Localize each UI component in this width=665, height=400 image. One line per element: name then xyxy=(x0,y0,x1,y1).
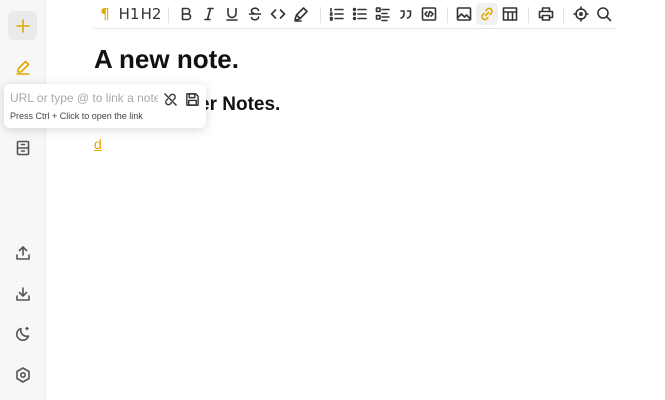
print-button[interactable] xyxy=(535,3,557,25)
pencil-icon xyxy=(15,60,30,75)
code-block-button[interactable] xyxy=(418,3,440,25)
task-list-icon xyxy=(375,7,390,22)
table-icon xyxy=(502,7,518,21)
italic-icon xyxy=(204,7,214,21)
code-block-icon xyxy=(421,7,437,21)
link-icon xyxy=(481,7,493,21)
upload-icon xyxy=(15,245,30,260)
note-subheading-text: er Notes. xyxy=(199,94,281,115)
code-button[interactable] xyxy=(267,3,289,25)
quote-icon xyxy=(400,10,412,19)
new-note-button[interactable] xyxy=(8,11,37,40)
printer-icon xyxy=(538,7,554,21)
plus-icon xyxy=(15,18,30,33)
link-hint-text: Press Ctrl + Click to open the link xyxy=(10,111,143,121)
theme-toggle-button[interactable] xyxy=(8,319,37,348)
heading-2-button[interactable]: H2 xyxy=(139,3,163,25)
unlink-button[interactable] xyxy=(160,89,180,109)
settings-icon xyxy=(15,366,30,383)
download-icon xyxy=(15,286,30,301)
archive-icon xyxy=(16,140,29,155)
settings-button[interactable] xyxy=(8,360,37,389)
export-button[interactable] xyxy=(8,238,37,267)
save-icon xyxy=(185,92,199,106)
editor-toolbar: ¶ H1 H2 xyxy=(93,2,615,29)
save-link-button[interactable] xyxy=(182,89,202,109)
toolbar-divider xyxy=(447,7,448,23)
heading-1-button[interactable]: H1 xyxy=(117,3,141,25)
heading-2-icon: H2 xyxy=(140,5,162,23)
bold-icon xyxy=(181,7,192,21)
link-text[interactable]: d xyxy=(94,136,102,152)
sidebar xyxy=(0,0,46,400)
highlighter-icon xyxy=(294,7,308,22)
bullet-list-icon xyxy=(352,7,367,21)
note-title[interactable]: A new note. xyxy=(94,44,239,75)
code-icon xyxy=(270,9,286,19)
blockquote-button[interactable] xyxy=(395,3,417,25)
edit-button[interactable] xyxy=(8,52,37,81)
bold-button[interactable] xyxy=(175,3,197,25)
import-button[interactable] xyxy=(8,279,37,308)
toolbar-divider xyxy=(320,7,321,23)
underline-button[interactable] xyxy=(221,3,243,25)
paragraph-icon: ¶ xyxy=(100,5,110,23)
table-button[interactable] xyxy=(499,3,521,25)
heading-1-icon: H1 xyxy=(118,5,140,23)
archive-button[interactable] xyxy=(8,133,37,162)
link-button[interactable] xyxy=(476,3,498,25)
ordered-list-icon xyxy=(329,7,344,21)
image-button[interactable] xyxy=(453,3,475,25)
toolbar-divider xyxy=(528,7,529,23)
search-button[interactable] xyxy=(593,3,615,25)
highlight-button[interactable] xyxy=(290,3,312,25)
strikethrough-button[interactable] xyxy=(244,3,266,25)
bullet-list-button[interactable] xyxy=(349,3,371,25)
focus-mode-button[interactable] xyxy=(570,3,592,25)
paragraph-button[interactable]: ¶ xyxy=(94,3,116,25)
toolbar-divider xyxy=(168,7,169,23)
moon-icon xyxy=(15,326,29,341)
underline-icon xyxy=(226,7,238,21)
ordered-list-button[interactable] xyxy=(326,3,348,25)
crosshair-icon xyxy=(573,6,589,22)
strikethrough-icon xyxy=(248,7,262,21)
unlink-icon xyxy=(163,92,177,106)
image-icon xyxy=(456,7,472,21)
toolbar-divider xyxy=(563,7,564,23)
task-list-button[interactable] xyxy=(372,3,394,25)
link-popover: Press Ctrl + Click to open the link xyxy=(4,84,206,128)
search-icon xyxy=(597,7,612,22)
italic-button[interactable] xyxy=(198,3,220,25)
link-url-input[interactable] xyxy=(10,89,158,107)
